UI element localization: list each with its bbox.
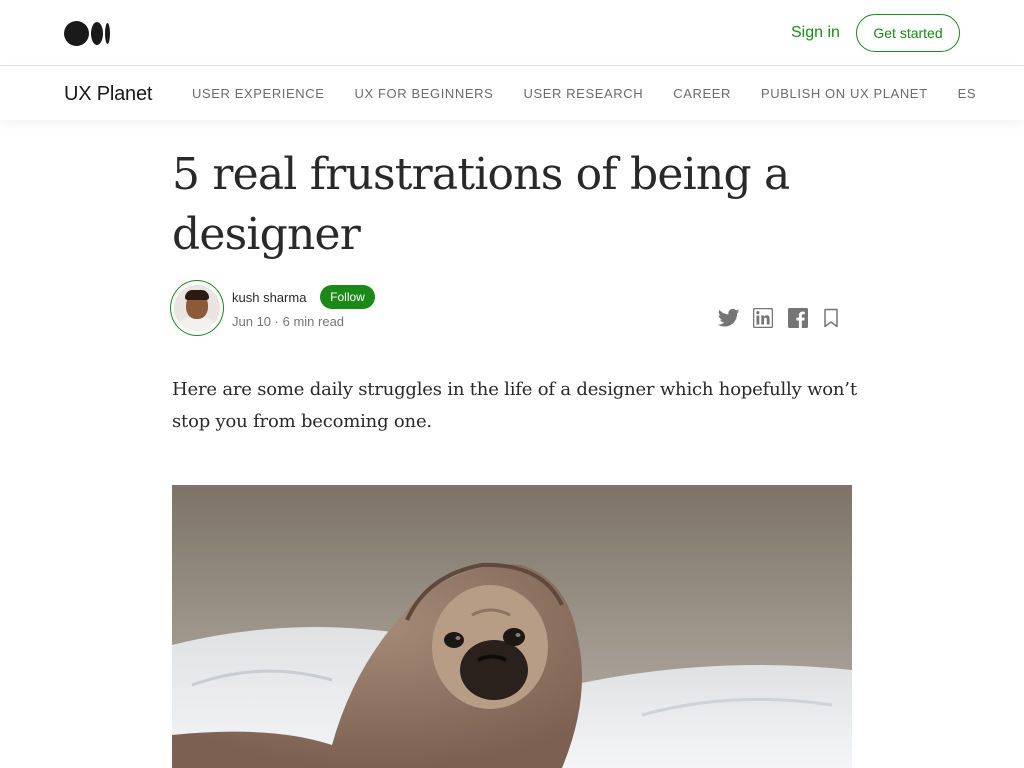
publish-date: Jun 10 — [232, 314, 272, 329]
get-started-button[interactable]: Get started — [856, 14, 960, 52]
hero-image — [172, 485, 852, 768]
nav-link-user-research[interactable]: USER RESEARCH — [523, 86, 643, 101]
facebook-icon[interactable] — [788, 308, 808, 328]
author-photo — [174, 285, 220, 331]
author-block: kush sharma Follow Jun 10 · 6 min read — [170, 280, 850, 338]
read-time: 6 min read — [282, 314, 345, 329]
nav-link-publish-on-ux-planet[interactable]: PUBLISH ON UX PLANET — [761, 86, 928, 101]
meta-separator: · — [271, 314, 283, 329]
article-meta: Jun 10 · 6 min read — [232, 314, 344, 330]
medium-logo-icon[interactable] — [64, 20, 110, 46]
nav-link-ux-for-beginners[interactable]: UX FOR BEGINNERS — [355, 86, 494, 101]
author-name[interactable]: kush sharma — [232, 290, 306, 306]
twitter-icon[interactable] — [718, 308, 740, 328]
article-lede: Here are some daily struggles in the lif… — [172, 379, 857, 432]
publication-nav-links: USER EXPERIENCE UX FOR BEGINNERS USER RE… — [192, 86, 1006, 101]
follow-button[interactable]: Follow — [320, 285, 375, 309]
linkedin-icon[interactable] — [753, 308, 773, 328]
article-title: 5 real frustrations of being a designer — [172, 149, 790, 260]
nav-link-career[interactable]: CAREER — [673, 86, 731, 101]
publication-name[interactable]: UX Planet — [64, 83, 152, 105]
bookmark-icon[interactable] — [823, 308, 839, 328]
top-bar: Sign in Get started — [0, 0, 1024, 66]
publication-nav: UX Planet USER EXPERIENCE UX FOR BEGINNE… — [0, 66, 1024, 120]
sign-in-link[interactable]: Sign in — [791, 23, 840, 43]
nav-link-es[interactable]: ES — [958, 86, 977, 101]
nav-link-user-experience[interactable]: USER EXPERIENCE — [192, 86, 325, 101]
author-avatar[interactable] — [170, 280, 224, 336]
